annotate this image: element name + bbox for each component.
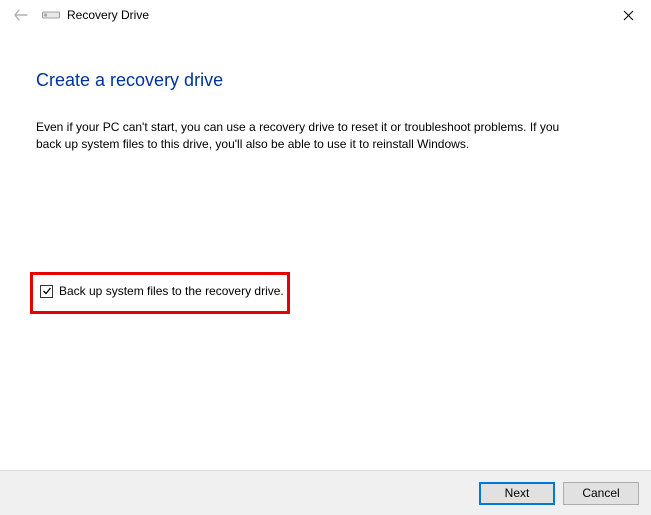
checkbox-label: Back up system files to the recovery dri… [59, 284, 284, 298]
backup-checkbox-row[interactable]: Back up system files to the recovery dri… [40, 284, 284, 298]
close-button[interactable] [605, 0, 651, 30]
page-heading: Create a recovery drive [36, 70, 615, 91]
description-text: Even if your PC can't start, you can use… [36, 119, 576, 154]
checkbox-icon[interactable] [40, 285, 53, 298]
back-arrow-icon [14, 8, 28, 22]
window-title: Recovery Drive [67, 8, 149, 22]
recovery-drive-icon [42, 9, 60, 21]
next-button[interactable]: Next [479, 482, 555, 505]
footer: Next Cancel [0, 470, 651, 515]
cancel-button[interactable]: Cancel [563, 482, 639, 505]
